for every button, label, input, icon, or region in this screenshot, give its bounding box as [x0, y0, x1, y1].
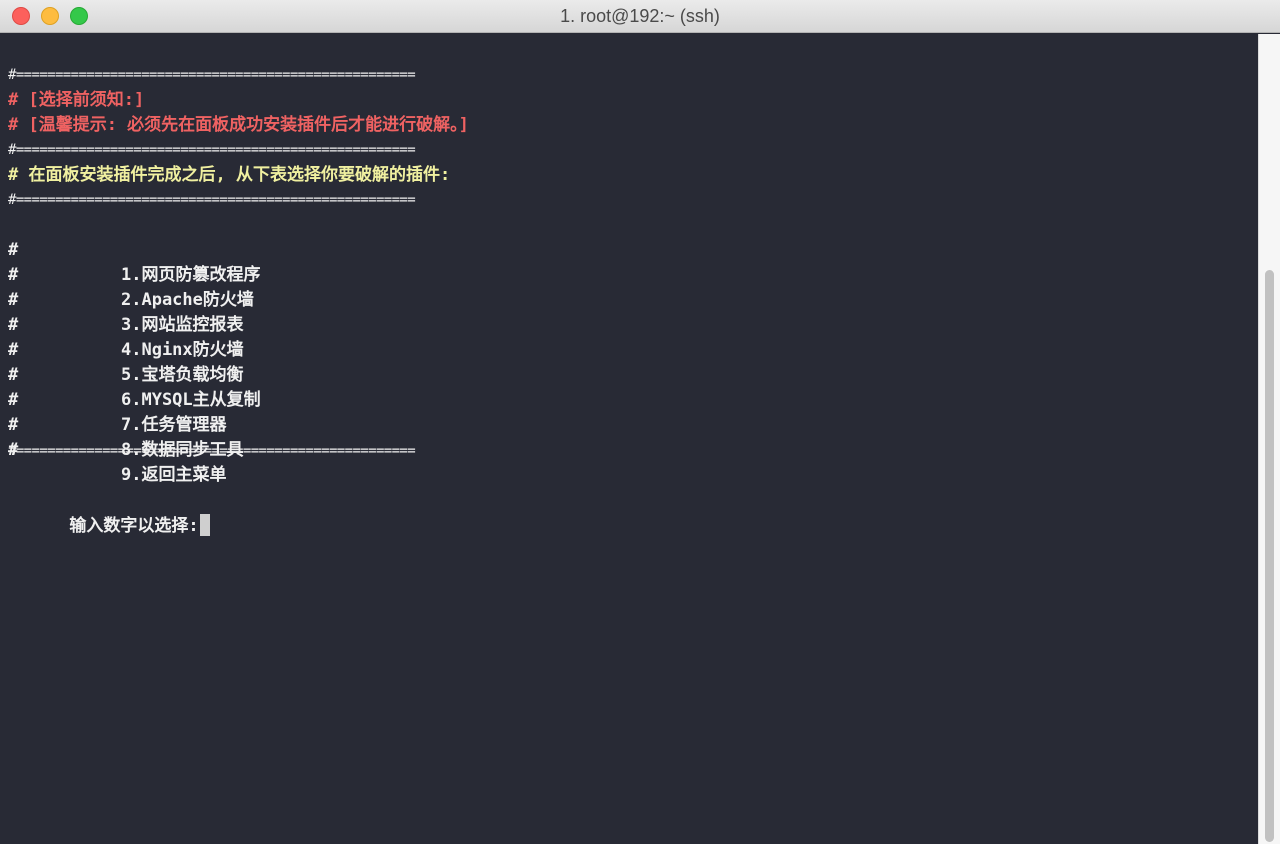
menu-item: # 4.Nginx防火墙 — [8, 288, 608, 360]
terminal-window: 1. root@192:~ (ssh) #===================… — [0, 0, 1280, 844]
menu-item: # 3.网站监控报表 — [8, 263, 608, 335]
input-prompt: 输入数字以选择: — [69, 516, 199, 536]
instruction-line: # 在面板安装插件完成之后, 从下表选择你要破解的插件: — [8, 165, 451, 185]
scrollbar-thumb[interactable] — [1265, 270, 1274, 842]
menu-item: # 5.宝塔负载均衡 — [8, 313, 608, 385]
input-prompt-line[interactable]: 输入数字以选择: — [8, 489, 210, 536]
divider-line: #=======================================… — [8, 443, 416, 459]
menu-item: # 2.Apache防火墙 — [8, 238, 608, 310]
menu-item: # 9.返回主菜单 — [8, 413, 608, 485]
title-bar[interactable]: 1. root@192:~ (ssh) — [0, 0, 1280, 33]
menu-item: # 6.MYSQL主从复制 — [8, 338, 608, 410]
notice-tip: # [温馨提示: 必须先在面板成功安装插件后才能进行破解。] — [8, 115, 469, 135]
divider-line: #=======================================… — [8, 67, 416, 83]
menu-item: # 7.任务管理器 — [8, 363, 608, 435]
menu-item: # 8.数据同步工具 — [8, 388, 608, 460]
text-cursor — [199, 514, 210, 536]
menu-item: # 1.网页防篡改程序 — [8, 213, 608, 285]
notice-heading: # [选择前须知:] — [8, 90, 145, 110]
terminal-output[interactable]: #=======================================… — [0, 34, 1258, 844]
window-title: 1. root@192:~ (ssh) — [560, 6, 720, 26]
divider-line: #=======================================… — [8, 192, 416, 208]
menu-item-label: 9.返回主菜单 — [121, 465, 227, 485]
divider-line: #=======================================… — [8, 142, 416, 158]
